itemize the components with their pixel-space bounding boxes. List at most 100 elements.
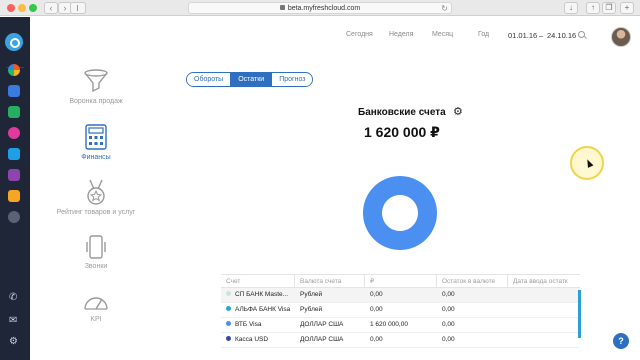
cell-text: 0,00	[442, 291, 455, 298]
table-cell: 0,00	[437, 318, 508, 332]
table-row[interactable]: Касса USD ДОЛЛАР США 0,00 0,00	[221, 333, 580, 348]
campaigns-icon[interactable]	[8, 169, 20, 181]
table-cell: СП БАНК Maste...	[221, 288, 295, 302]
avatar[interactable]	[611, 27, 631, 47]
cell-text: Рублей	[300, 306, 323, 313]
date-from[interactable]: 01.01.16	[508, 31, 537, 40]
back-button[interactable]: ‹	[44, 2, 58, 14]
new-tab-button[interactable]: +	[620, 2, 634, 14]
column-header[interactable]: Дата ввода остатк	[508, 275, 580, 287]
column-header[interactable]: Остаток в валюте	[437, 275, 508, 287]
download-icon[interactable]: ↓	[564, 2, 578, 14]
table-row[interactable]: СП БАНК Maste... Рублей 0,00 0,00	[221, 288, 580, 303]
target-icon[interactable]	[8, 127, 20, 139]
table-cell: Рублей	[295, 288, 365, 302]
period-year[interactable]: Год	[478, 31, 489, 38]
table-body: СП БАНК Maste... Рублей 0,00 0,00 АЛЬФА БАНК…	[221, 288, 580, 348]
help-button[interactable]: ?	[613, 333, 629, 349]
phone-call-icon[interactable]: ✆	[9, 293, 20, 303]
section-label: KPI	[90, 316, 102, 323]
table-row[interactable]: АЛЬФА БАНК Visa Рублей 0,00 0,00	[221, 303, 580, 318]
table-row[interactable]: ВТБ Visa ДОЛЛАР США 1 620 000,00 0,00	[221, 318, 580, 333]
share-icon[interactable]: ↑	[586, 2, 600, 14]
medal-icon	[87, 179, 105, 205]
section-calls[interactable]: Звонки	[50, 235, 142, 270]
period-week[interactable]: Неделя	[389, 31, 413, 38]
legend-dot-icon	[226, 306, 231, 311]
cell-text: 0,00	[370, 291, 383, 298]
table-cell	[508, 318, 580, 332]
table-scrollbar[interactable]	[578, 290, 581, 338]
speedometer-icon	[84, 297, 108, 310]
minimize-window-button[interactable]	[18, 4, 26, 12]
cell-text: 1 620 000,00	[370, 321, 408, 328]
section-label: Звонки	[84, 263, 108, 270]
donut-slice[interactable]	[362, 176, 437, 250]
tabs-icon[interactable]: ❐	[602, 2, 616, 14]
settings-icon[interactable]: ⚙	[9, 337, 20, 347]
table-cell: Рублей	[295, 303, 365, 317]
more-icon[interactable]	[8, 211, 20, 223]
table-cell: 0,00	[437, 303, 508, 317]
cell-text: ВТБ Visa	[235, 321, 262, 328]
section-rating[interactable]: Рейтинг товаров и услуг	[50, 179, 142, 216]
documents-icon[interactable]	[8, 148, 20, 160]
period-month[interactable]: Месяц	[432, 31, 453, 38]
home-icon[interactable]	[8, 85, 20, 97]
cell-text: ДОЛЛАР США	[300, 321, 344, 328]
cell-text: 0,00	[442, 336, 455, 343]
gear-icon[interactable]: ⚙	[453, 107, 463, 118]
pie-chart-icon[interactable]	[8, 64, 20, 76]
table-cell	[508, 288, 580, 302]
cell-text: СП БАНК Maste...	[235, 291, 289, 298]
funnel-icon	[84, 69, 108, 93]
cell-text: Касса USD	[235, 336, 269, 343]
tab-turnover[interactable]: Обороты	[187, 73, 231, 86]
table-cell: 0,00	[437, 333, 508, 347]
legend-dot-icon	[226, 291, 231, 296]
table-cell: ДОЛЛАР США	[295, 333, 365, 347]
cell-text: Рублей	[300, 291, 323, 298]
section-sales-funnel[interactable]: Воронка продаж	[50, 68, 142, 105]
tab-balances[interactable]: Остатки	[230, 73, 272, 86]
lock-icon	[279, 5, 285, 10]
cell-text: АЛЬФА БАНК Visa	[235, 306, 291, 313]
mail-icon[interactable]: ✉	[9, 316, 20, 326]
bank-accounts-title: Банковские счета	[358, 107, 446, 118]
table-cell: Касса USD	[221, 333, 295, 347]
maximize-window-button[interactable]	[29, 4, 37, 12]
search-icon[interactable]	[578, 31, 585, 38]
reports-icon[interactable]	[8, 190, 20, 202]
phone-icon	[86, 235, 106, 259]
column-header[interactable]: Валюта счета	[295, 275, 365, 287]
section-label: Финансы	[81, 154, 111, 161]
tab-forecast[interactable]: Прогноз	[271, 73, 313, 86]
accounts-table: Счет Валюта счета ₽ Остаток в валюте Дат…	[221, 274, 580, 348]
close-window-button[interactable]	[7, 4, 15, 12]
table-cell: ДОЛЛАР США	[295, 318, 365, 332]
tasks-icon[interactable]	[8, 106, 20, 118]
view-tabs: Обороты Остатки Прогноз	[186, 72, 314, 87]
table-cell	[508, 333, 580, 347]
section-label: Рейтинг товаров и услуг	[56, 209, 136, 216]
table-cell: 0,00	[365, 333, 437, 347]
cell-text: 0,00	[370, 306, 383, 313]
period-today[interactable]: Сегодня	[346, 31, 373, 38]
cell-text: 0,00	[442, 321, 455, 328]
legend-dot-icon	[226, 336, 231, 341]
column-header[interactable]: ₽	[365, 275, 437, 287]
balance-donut-chart	[362, 176, 437, 250]
cell-text: 0,00	[370, 336, 383, 343]
section-label: Воронка продаж	[69, 98, 123, 105]
app-rail: ✆ ✉ ⚙	[0, 17, 30, 360]
date-to[interactable]: 24.10.16	[547, 31, 576, 40]
section-kpi[interactable]: KPI	[50, 290, 142, 323]
calculator-icon	[85, 124, 107, 150]
table-cell: ВТБ Visa	[221, 318, 295, 332]
column-header[interactable]: Счет	[221, 275, 295, 287]
app-logo-icon[interactable]	[5, 33, 23, 51]
sidebar-toggle-button[interactable]	[70, 2, 86, 14]
address-bar[interactable]: beta.myfreshcloud.com ↻	[188, 2, 452, 14]
reload-icon[interactable]: ↻	[441, 3, 448, 14]
section-finance[interactable]: Финансы	[50, 124, 142, 161]
